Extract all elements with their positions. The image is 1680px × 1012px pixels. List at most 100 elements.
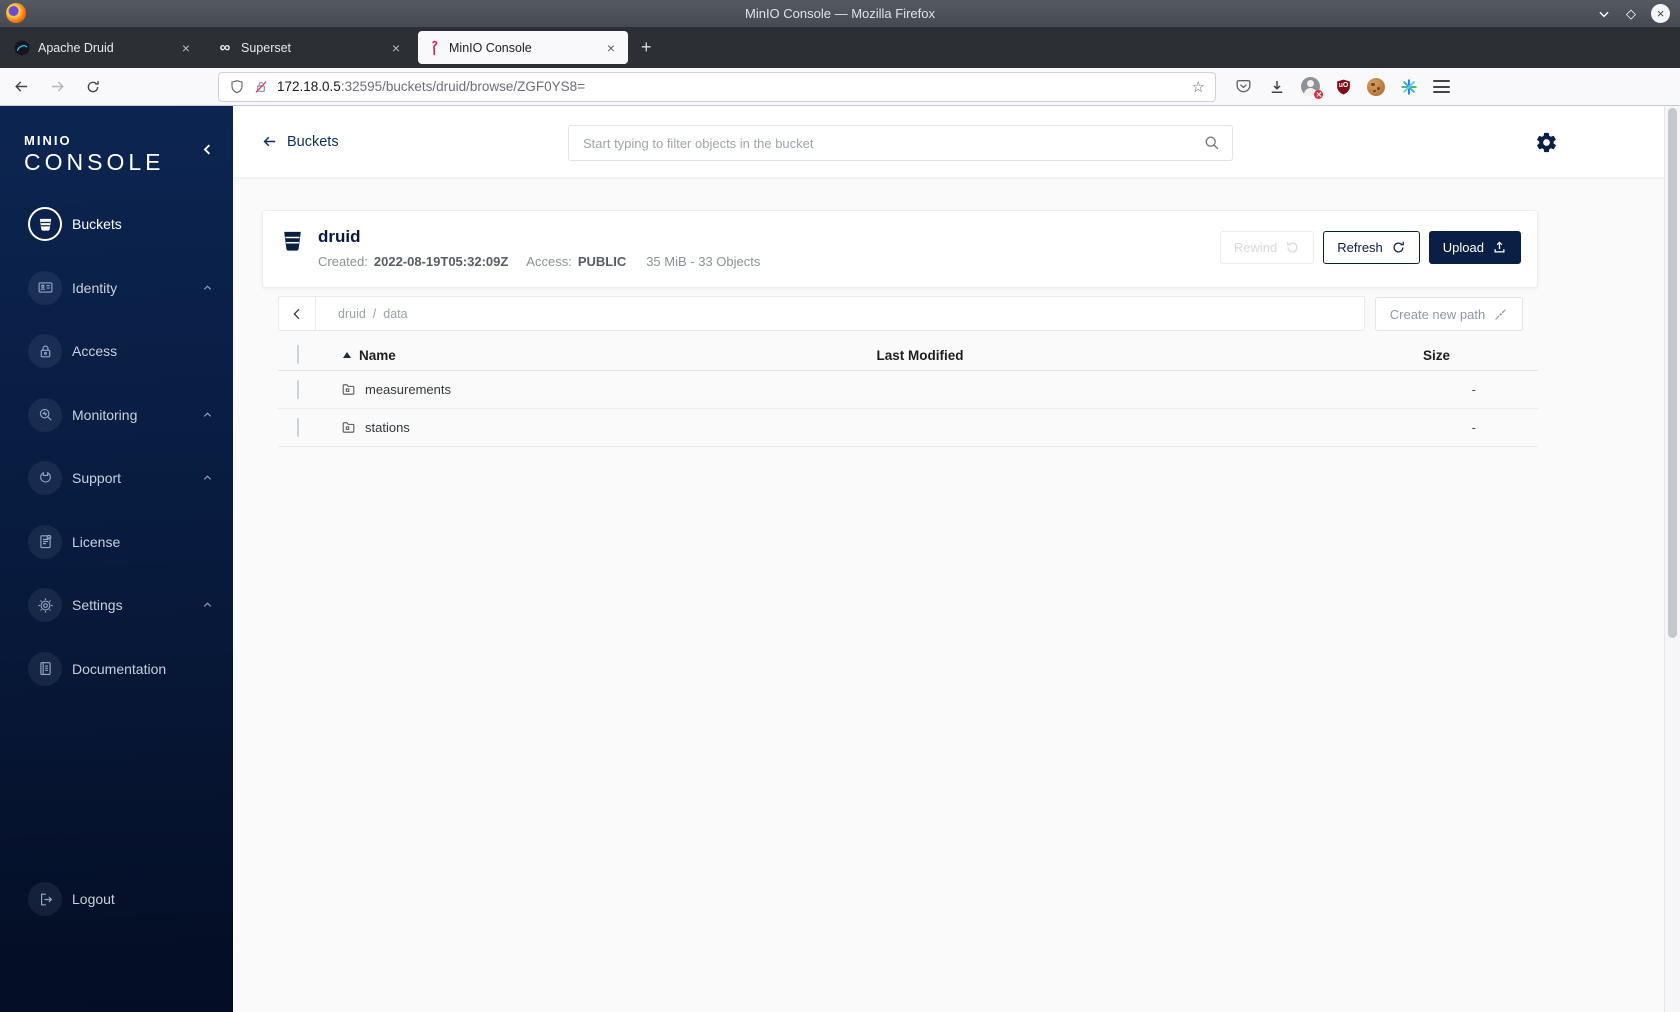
insecure-lock-icon[interactable] (253, 79, 269, 95)
column-header-size[interactable]: Size (1140, 348, 1538, 363)
id-card-icon (28, 270, 62, 305)
cookie-extension-icon[interactable] (1367, 77, 1385, 96)
sidebar-item-settings[interactable]: Settings (0, 581, 233, 629)
rewind-button[interactable]: Rewind (1219, 231, 1315, 264)
minio-flamingo-icon (432, 40, 438, 55)
bookmark-star-icon[interactable]: ☆ (1192, 78, 1205, 96)
account-icon[interactable] (1301, 77, 1323, 99)
sidebar-item-documentation[interactable]: Documentation (0, 645, 233, 693)
refresh-icon (1393, 241, 1404, 253)
browse-path-bar: druid / data (278, 296, 1365, 331)
select-all-checkbox[interactable] (297, 345, 299, 364)
sidebar-item-label: License (72, 533, 121, 550)
refresh-button[interactable]: Refresh (1323, 231, 1420, 264)
sidebar-item-label: Settings (72, 597, 123, 613)
monitoring-search-icon (28, 397, 62, 432)
column-header-name[interactable]: Name (359, 348, 396, 363)
created-value: 2022-08-19T05:32:09Z (373, 254, 509, 269)
sidebar-item-label: Support (72, 470, 122, 486)
bucket-meta: Created: 2022-08-19T05:32:09Z Access: PU… (318, 254, 760, 269)
object-name[interactable]: measurements (365, 382, 451, 397)
sort-ascending-icon[interactable] (343, 352, 351, 358)
window-title: MinIO Console — Mozilla Firefox (745, 6, 935, 21)
reload-button[interactable] (78, 72, 108, 102)
column-header-last-modified[interactable]: Last Modified (700, 348, 1140, 363)
breadcrumb-root[interactable]: druid (338, 307, 366, 321)
menu-hamburger-icon[interactable] (1433, 80, 1450, 93)
sidebar-item-identity[interactable]: Identity (0, 264, 233, 312)
page-scrollbar[interactable] (1664, 106, 1680, 1012)
chevron-up-icon[interactable] (202, 409, 213, 420)
sidebar-item-logout[interactable]: Logout (0, 875, 233, 923)
sidebar-item-license[interactable]: License (0, 518, 233, 566)
access-value: PUBLIC (577, 254, 627, 269)
sidebar-item-label: Monitoring (72, 406, 138, 423)
sidebar-item-label: Identity (72, 279, 118, 296)
firefox-logo-icon (6, 3, 26, 23)
path-back-button[interactable] (279, 297, 316, 330)
table-header-row: Name Last Modified Size (278, 340, 1538, 371)
sidebar-item-label: Buckets (72, 216, 122, 232)
upload-button[interactable]: Upload (1428, 231, 1521, 264)
sidebar-collapse-icon[interactable] (200, 142, 215, 157)
sidebar-item-support[interactable]: Support (0, 454, 233, 502)
sidebar-item-monitoring[interactable]: Monitoring (0, 391, 233, 439)
support-wrench-icon (28, 461, 62, 495)
breadcrumb: druid / data (316, 297, 408, 330)
chevron-up-icon[interactable] (202, 600, 213, 611)
object-size: - (1471, 420, 1476, 435)
create-new-path-button[interactable]: Create new path (1375, 297, 1523, 331)
minio-sidebar: MINIO CONSOLE Buckets Identity Access Mo… (0, 106, 233, 1012)
tab-close-icon[interactable]: × (178, 40, 194, 56)
object-size: - (1471, 382, 1476, 397)
extension-asterisk-icon[interactable] (1400, 78, 1418, 96)
url-host: 172.18.0.5 (277, 79, 341, 94)
tab-bar: Apache Druid × ∞ Superset × MinIO Consol… (0, 27, 1680, 68)
tab-close-icon[interactable]: × (388, 40, 404, 56)
minio-logo-console: CONSOLE (24, 149, 165, 175)
main-content: Buckets druid Created: 2022-08-19T05:32:… (233, 106, 1680, 1012)
sidebar-item-access[interactable]: Access (0, 327, 233, 375)
table-row[interactable]: measurements - (278, 371, 1538, 409)
downloads-icon[interactable] (1268, 78, 1286, 96)
sidebar-item-label: Documentation (72, 660, 167, 677)
row-checkbox[interactable] (297, 417, 299, 437)
bucket-settings-gear-icon[interactable] (1535, 131, 1558, 154)
license-document-icon (28, 524, 62, 559)
chevron-up-icon[interactable] (202, 282, 213, 293)
gear-icon (28, 588, 62, 622)
new-tab-button[interactable]: + (633, 35, 660, 60)
url-bar[interactable]: 172.18.0.5:32595/buckets/druid/browse/ZG… (218, 71, 1216, 102)
superset-icon: ∞ (219, 39, 231, 56)
scrollbar-thumb[interactable] (1668, 108, 1677, 638)
window-minimize-icon[interactable] (1597, 7, 1611, 21)
account-error-badge (1314, 90, 1323, 99)
tab-label: Apache Druid (38, 40, 114, 55)
tab-apache-druid[interactable]: Apache Druid × (5, 31, 203, 64)
page-header: Buckets (233, 106, 1680, 177)
table-row[interactable]: stations - (278, 409, 1538, 447)
window-close-icon[interactable]: × (1651, 4, 1670, 23)
bucket-icon (28, 207, 62, 241)
sidebar-item-buckets[interactable]: Buckets (0, 200, 233, 248)
row-checkbox[interactable] (297, 379, 299, 399)
object-name[interactable]: stations (365, 420, 410, 435)
search-input[interactable] (568, 125, 1233, 161)
ublock-origin-icon[interactable]: uO (1335, 78, 1352, 96)
tab-close-icon[interactable]: × (603, 40, 619, 56)
sidebar-item-label: Access (72, 343, 118, 359)
search-icon (1205, 136, 1219, 150)
forward-button[interactable] (42, 72, 72, 102)
create-path-icon (1495, 308, 1507, 320)
back-button[interactable] (6, 72, 36, 102)
tab-minio-console[interactable]: MinIO Console × (418, 31, 628, 64)
rewind-icon (1287, 241, 1298, 253)
created-label: Created: (318, 254, 368, 269)
window-maximize-icon[interactable]: ◇ (1626, 7, 1636, 20)
chevron-up-icon[interactable] (202, 473, 213, 484)
back-to-buckets-link[interactable]: Buckets (261, 106, 339, 177)
tab-superset[interactable]: ∞ Superset × (208, 31, 413, 64)
pocket-icon[interactable] (1234, 77, 1253, 96)
tracking-shield-icon[interactable] (229, 79, 245, 95)
documentation-book-icon (28, 651, 62, 686)
